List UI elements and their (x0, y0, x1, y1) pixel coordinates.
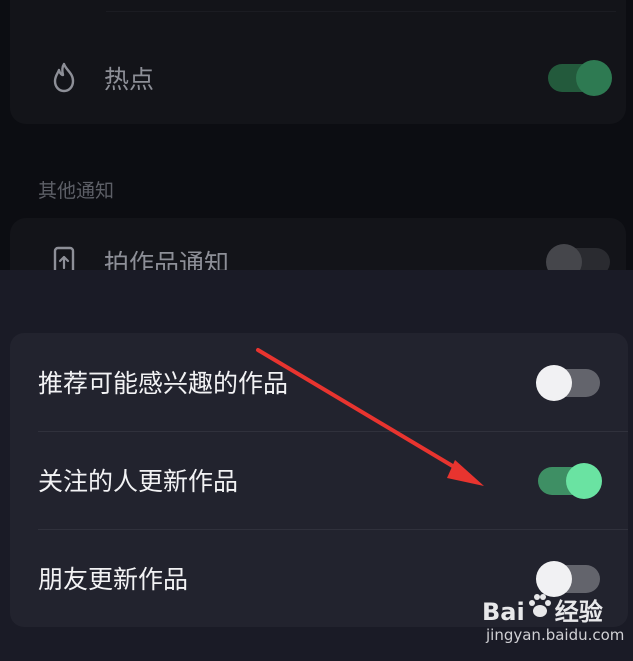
toggle-knob (536, 365, 572, 401)
setting-label: 热点 (104, 65, 155, 94)
toggle-knob (576, 60, 612, 96)
watermark-url: jingyan.baidu.com (486, 626, 625, 644)
option-row-following[interactable]: 关注的人更新作品 (10, 431, 628, 529)
divider (106, 11, 616, 12)
baidu-watermark: Bai 经验 jingyan.baidu.com (478, 592, 628, 652)
option-label: 推荐可能感兴趣的作品 (38, 369, 289, 398)
setting-row-hot[interactable]: 热点 (10, 48, 626, 108)
flame-icon (48, 62, 80, 94)
watermark-logo: Bai 经验 (482, 592, 603, 627)
options-card: 推荐可能感兴趣的作品 关注的人更新作品 朋友更新作品 (10, 333, 628, 627)
option-label: 关注的人更新作品 (38, 467, 239, 496)
toggle-knob (566, 463, 602, 499)
section-label: 其他通知 (38, 180, 115, 202)
watermark-brand-right: 经验 (554, 598, 603, 626)
option-row-recommended[interactable]: 推荐可能感兴趣的作品 (10, 333, 628, 431)
recommended-toggle[interactable] (536, 365, 600, 401)
following-toggle[interactable] (538, 463, 602, 499)
paw-icon (528, 594, 551, 617)
option-label: 朋友更新作品 (38, 565, 189, 594)
hot-toggle[interactable] (548, 60, 612, 96)
friends-toggle[interactable] (536, 561, 600, 597)
notification-card-hot: 热点 (10, 0, 626, 124)
watermark-brand-left: Bai (482, 598, 525, 626)
